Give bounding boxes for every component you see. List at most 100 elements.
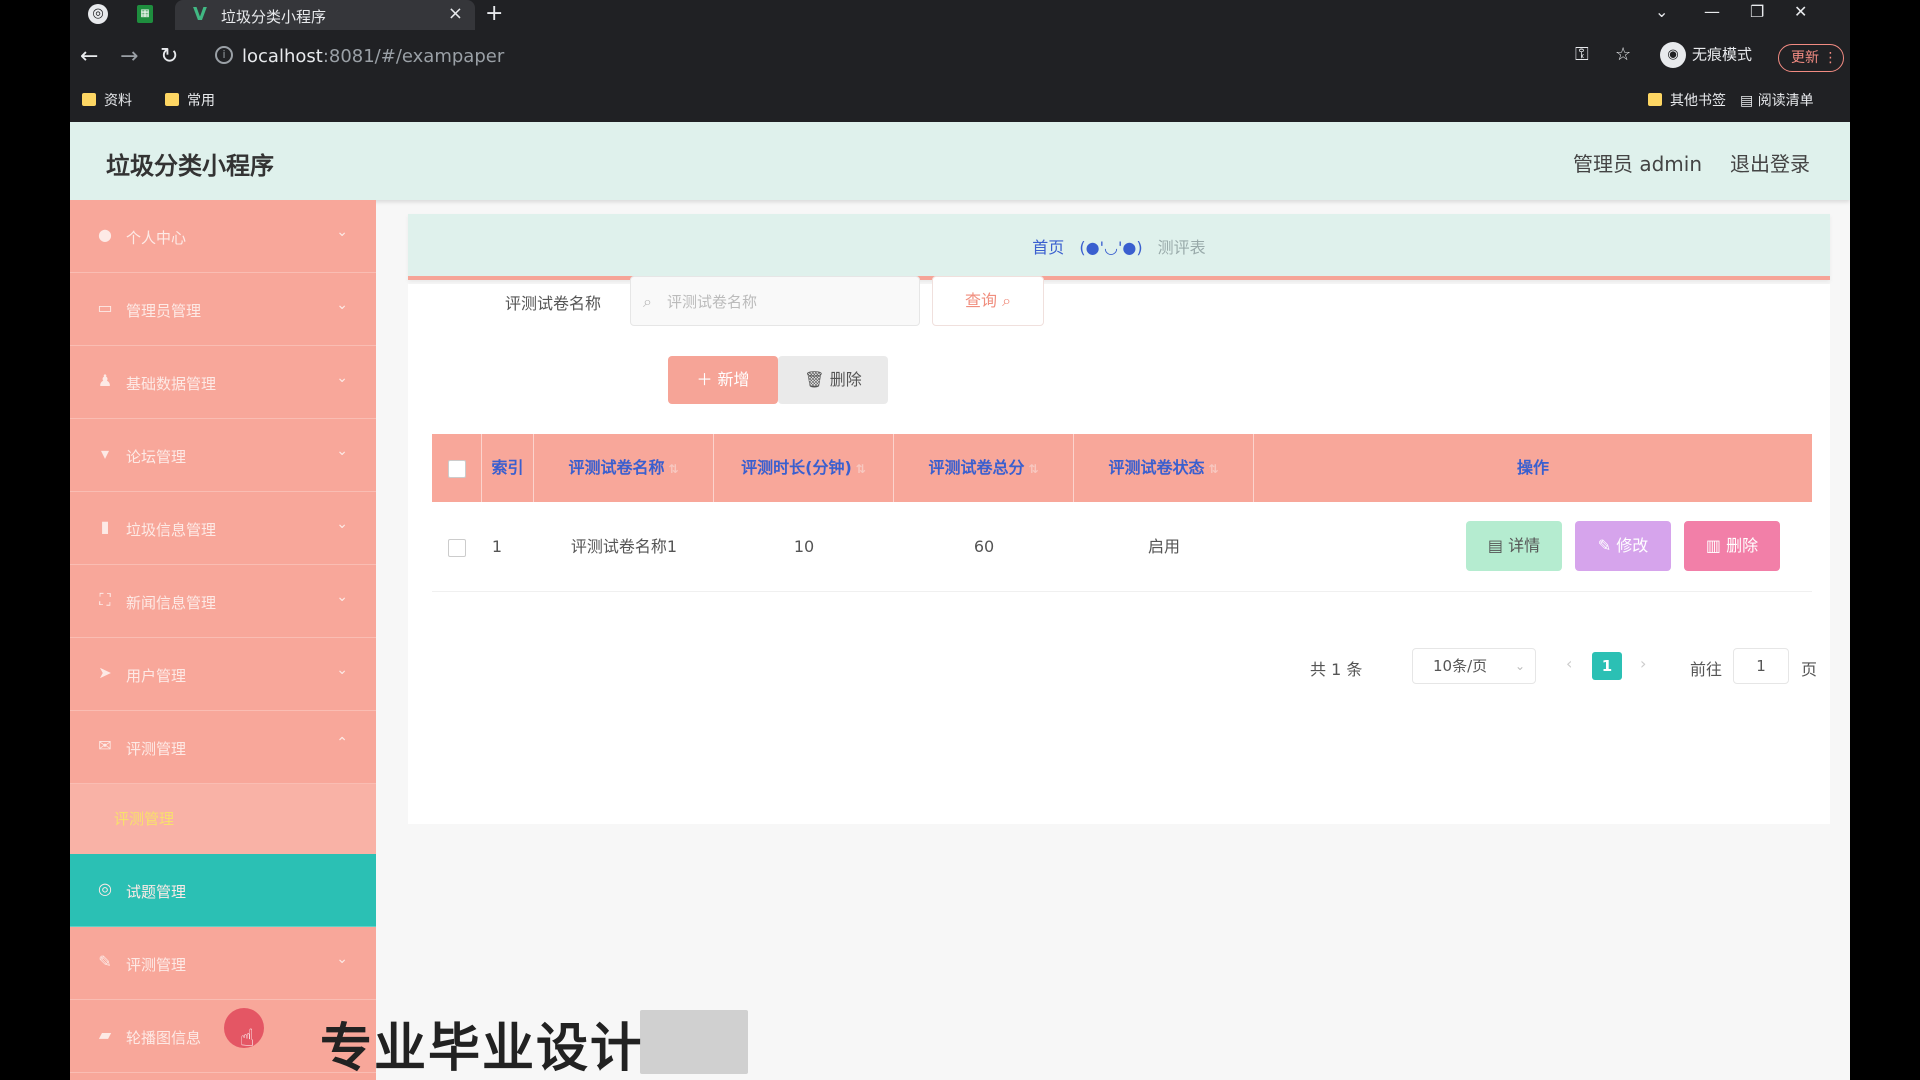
bookmark-folder[interactable]: 其他书签 bbox=[1648, 90, 1726, 110]
search-icon: ⌕ bbox=[643, 292, 652, 311]
cell-name: 评测试卷名称1 bbox=[570, 537, 678, 556]
edit-button[interactable]: ✎ 修改 bbox=[1575, 521, 1671, 571]
sidebar-item-label: 评测管理 bbox=[126, 956, 187, 974]
header-total[interactable]: 评测试卷总分 ⇅ bbox=[894, 434, 1074, 502]
new-tab-icon[interactable]: + bbox=[485, 1, 503, 26]
sidebar-item-garbage[interactable]: ▮ 垃圾信息管理 ⌄ bbox=[70, 492, 376, 565]
sidebar-item-label: 垃圾信息管理 bbox=[126, 521, 217, 539]
globe-icon: ◎ bbox=[98, 879, 112, 898]
row-checkbox[interactable] bbox=[448, 538, 466, 557]
edit-icon: ✎ bbox=[98, 952, 112, 971]
sidebar-item-label: 轮播图信息 bbox=[126, 1029, 202, 1047]
minimize-icon[interactable]: — bbox=[1704, 2, 1720, 21]
cell-status: 启用 bbox=[1147, 537, 1180, 556]
select-all-cell bbox=[432, 434, 482, 502]
star-icon[interactable]: ☆ bbox=[1615, 44, 1631, 65]
chrome-icon[interactable]: ◎ bbox=[88, 4, 108, 24]
cell-index: 1 bbox=[491, 537, 503, 556]
breadcrumb-home[interactable]: 首页 bbox=[1032, 238, 1064, 257]
page-label: 页 bbox=[1801, 660, 1818, 679]
page-number-current[interactable]: 1 bbox=[1592, 652, 1622, 680]
folder-icon bbox=[1648, 93, 1662, 106]
table-header: 索引 评测试卷名称 ⇅ 评测时长(分钟) ⇅ 评测试卷总分 ⇅ 评测试卷状态 ⇅ 操作 bbox=[432, 434, 1812, 502]
select-all-checkbox[interactable] bbox=[447, 459, 466, 478]
goto-page-input[interactable]: 1 bbox=[1733, 648, 1789, 684]
sidebar-item-evaluation-2[interactable]: ✎ 评测管理 ⌄ bbox=[70, 927, 376, 1000]
sort-icon[interactable]: ⇅ bbox=[1028, 462, 1038, 476]
delete-button[interactable]: ▥ 删除 bbox=[1684, 521, 1780, 571]
active-tab[interactable]: V 垃圾分类小程序 × bbox=[175, 0, 475, 30]
forward-icon[interactable]: → bbox=[120, 44, 138, 69]
sidebar-item-label: 基础数据管理 bbox=[126, 375, 217, 393]
chevron-down-icon: ⌄ bbox=[1514, 659, 1525, 673]
table-row: 1 评测试卷名称1 10 60 启用 ▤ 详情 ✎ 修改 ▥ 删除 bbox=[432, 502, 1812, 592]
sidebar-item-users[interactable]: ➤ 用户管理 ⌄ bbox=[70, 638, 376, 711]
info-icon[interactable]: i bbox=[215, 46, 233, 64]
sidebar-item-questions[interactable]: ◎ 试题管理 bbox=[70, 854, 376, 927]
chevron-down-icon: ⌄ bbox=[336, 589, 348, 605]
pointer-cursor-icon: ☝ bbox=[240, 1024, 255, 1052]
document-icon: ▤ bbox=[1487, 536, 1503, 555]
sidebar-item-label: 管理员管理 bbox=[126, 302, 202, 320]
search-label: 评测试卷名称 bbox=[505, 294, 602, 313]
blurred-region bbox=[640, 1010, 748, 1074]
header-name[interactable]: 评测试卷名称 ⇅ bbox=[534, 434, 714, 502]
next-page-icon[interactable]: › bbox=[1640, 654, 1646, 673]
sidebar-item-forum[interactable]: ▾ 论坛管理 ⌄ bbox=[70, 419, 376, 492]
sidebar-item-label: 用户管理 bbox=[126, 667, 187, 685]
back-icon[interactable]: ← bbox=[80, 44, 98, 69]
update-button[interactable]: 更新 ⋮ bbox=[1778, 44, 1844, 72]
close-window-icon[interactable]: ✕ bbox=[1794, 2, 1807, 21]
detail-button[interactable]: ▤ 详情 bbox=[1466, 521, 1562, 571]
bookmark-folder[interactable]: 资料 bbox=[82, 90, 132, 110]
sidebar-subitem-label: 评测管理 bbox=[114, 810, 175, 828]
logout-link[interactable]: 退出登录 bbox=[1730, 148, 1810, 177]
screen: ◎ ▦ V 垃圾分类小程序 × + ⌄ — ❐ ✕ ← → ↻ i localh… bbox=[0, 0, 1920, 1080]
reload-icon[interactable]: ↻ bbox=[160, 44, 178, 69]
key-icon[interactable]: ⚿ bbox=[1575, 44, 1589, 65]
person-icon: ♟ bbox=[97, 371, 113, 390]
sidebar-item-label: 论坛管理 bbox=[126, 448, 187, 466]
browser-chrome: ◎ ▦ V 垃圾分类小程序 × + ⌄ — ❐ ✕ ← → ↻ i localh… bbox=[70, 0, 1850, 122]
bookmark-folder[interactable]: 常用 bbox=[165, 90, 215, 110]
sidebar-subitem-evaluation[interactable]: 评测管理 bbox=[70, 784, 376, 854]
trash-icon: ▮ bbox=[100, 517, 110, 536]
sort-icon[interactable]: ⇅ bbox=[856, 462, 866, 476]
image-icon: ▰ bbox=[98, 1025, 112, 1044]
close-tab-icon[interactable]: × bbox=[448, 3, 463, 24]
sidebar-item-admin[interactable]: ▭ 管理员管理 ⌄ bbox=[70, 273, 376, 346]
query-button[interactable]: 查询 ⌕ bbox=[932, 276, 1044, 326]
page-size-select[interactable]: 10条/页 ⌄ bbox=[1412, 648, 1536, 684]
edit-icon: ✎ bbox=[1597, 536, 1612, 555]
add-button[interactable]: ＋ 新增 bbox=[668, 356, 778, 404]
sort-icon[interactable]: ⇅ bbox=[1208, 462, 1218, 476]
pagination-total: 共 1 条 bbox=[1310, 660, 1363, 679]
url-text[interactable]: localhost:8081/#/exampaper bbox=[242, 46, 504, 67]
sidebar-item-evaluation[interactable]: ✉ 评测管理 ⌃ bbox=[70, 711, 376, 784]
address-bar[interactable]: i localhost:8081/#/exampaper bbox=[205, 40, 1515, 76]
watermark-text: 专业毕业设计 bbox=[320, 1019, 645, 1079]
chevron-up-icon: ⌃ bbox=[336, 735, 348, 751]
news-icon: ⛶ bbox=[99, 590, 111, 609]
bookmarks-bar: 资料 常用 其他书签 ▤ 阅读清单 bbox=[70, 86, 1850, 114]
restore-icon[interactable]: ❐ bbox=[1750, 2, 1764, 21]
chevron-down-icon: ⌄ bbox=[336, 224, 348, 240]
search-input[interactable] bbox=[667, 289, 907, 315]
sidebar-item-basedata[interactable]: ♟ 基础数据管理 ⌄ bbox=[70, 346, 376, 419]
prev-page-icon[interactable]: ‹ bbox=[1566, 654, 1572, 673]
sidebar-item-label: 评测管理 bbox=[126, 740, 187, 758]
breadcrumb-bar: 首页 (●'◡'●) 测评表 bbox=[408, 214, 1830, 280]
sidebar-item-news[interactable]: ⛶ 新闻信息管理 ⌄ bbox=[70, 565, 376, 638]
row-select-cell bbox=[432, 502, 482, 592]
header-status[interactable]: 评测试卷状态 ⇅ bbox=[1074, 434, 1254, 502]
vue-icon: V bbox=[193, 4, 207, 25]
batch-delete-button[interactable]: 🗑 删除 bbox=[778, 356, 888, 404]
tab-search-icon[interactable]: ⌄ bbox=[1655, 2, 1668, 21]
reading-list[interactable]: ▤ 阅读清单 bbox=[1740, 90, 1814, 110]
sort-icon[interactable]: ⇅ bbox=[668, 462, 678, 476]
incognito-indicator[interactable]: ◉ 无痕模式 bbox=[1660, 42, 1752, 72]
sidebar-item-personal[interactable]: ● 个人中心 ⌄ bbox=[70, 200, 376, 273]
sheet-tab-icon[interactable]: ▦ bbox=[137, 5, 153, 23]
header-duration[interactable]: 评测时长(分钟) ⇅ bbox=[714, 434, 894, 502]
search-input-wrapper[interactable]: ⌕ bbox=[630, 276, 920, 326]
